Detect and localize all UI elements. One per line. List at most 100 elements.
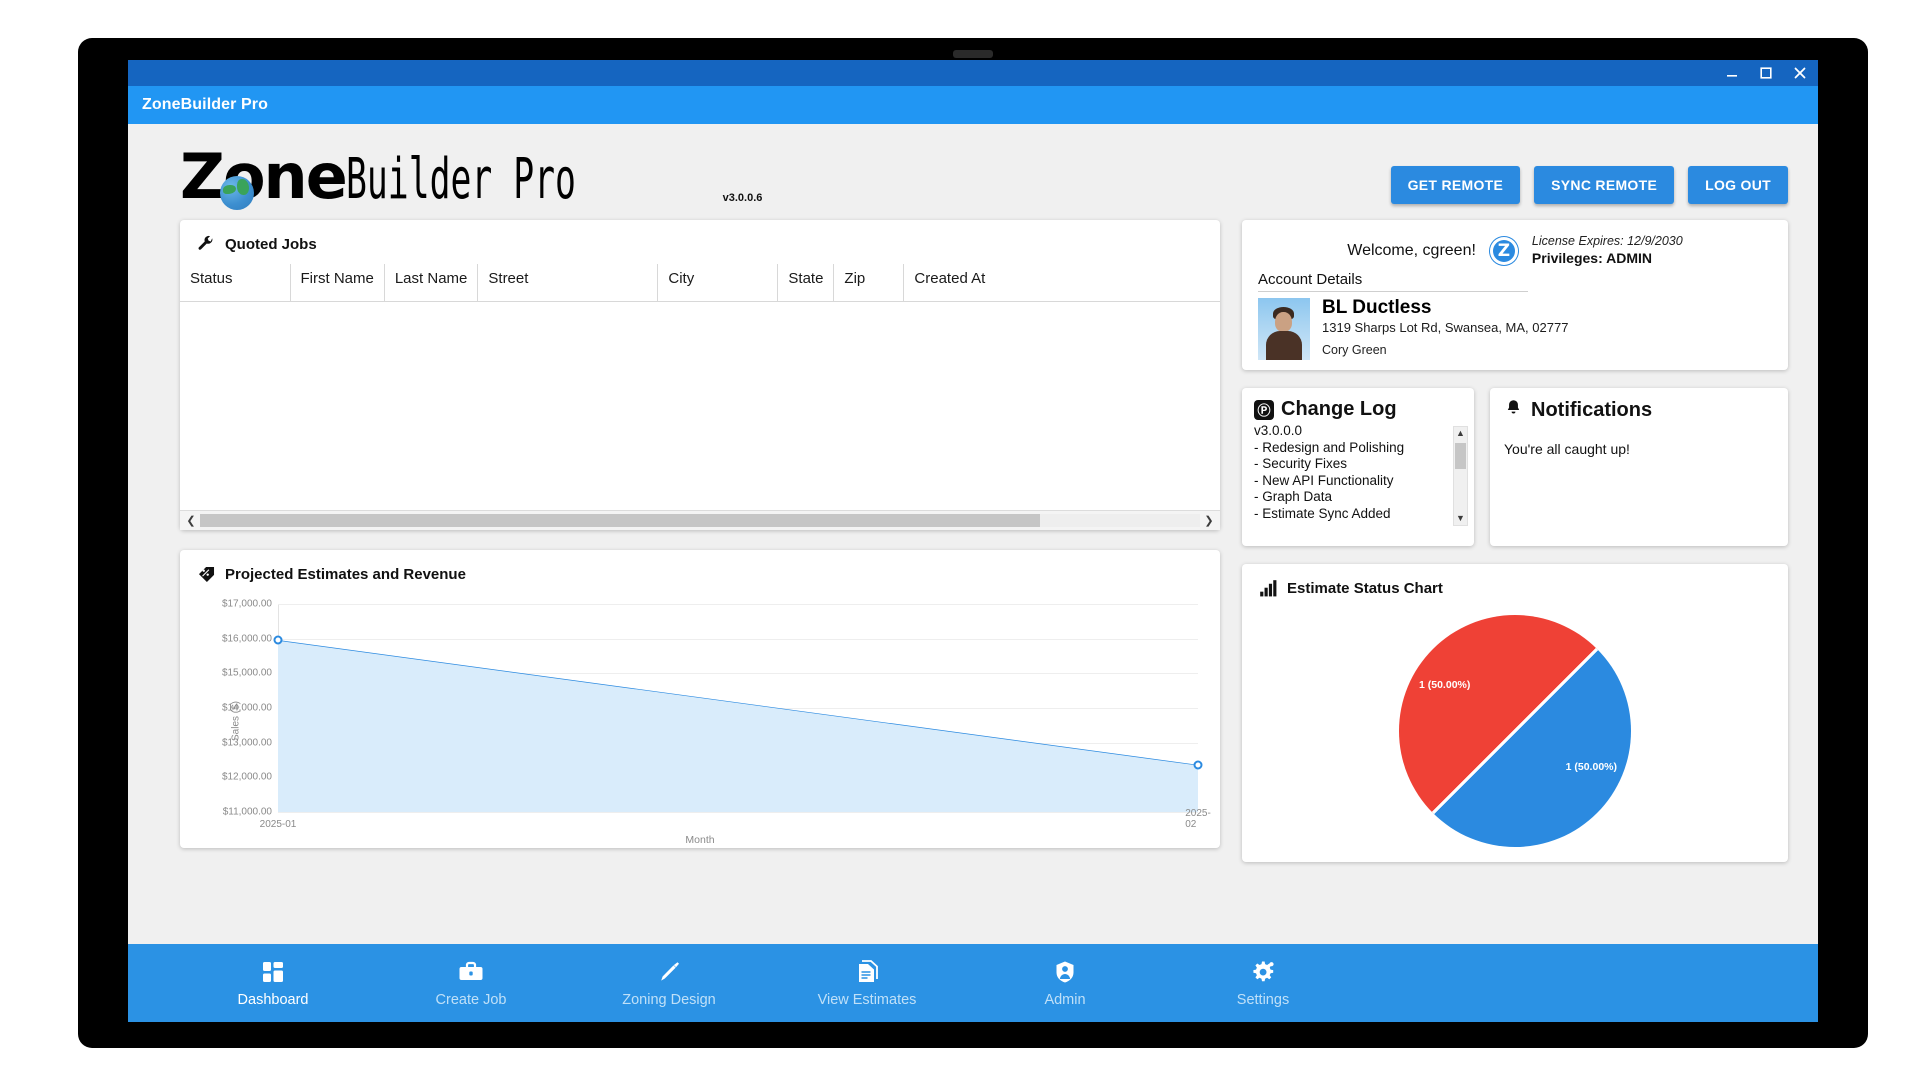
nav-label-view-estimates: View Estimates bbox=[817, 991, 917, 1008]
header-actions: GET REMOTE SYNC REMOTE LOG OUT bbox=[1390, 146, 1788, 204]
quoted-jobs-hscrollbar[interactable]: ❮ ❯ bbox=[180, 510, 1220, 530]
column-header-first-name[interactable]: First Name bbox=[290, 264, 385, 302]
nav-item-view-estimates[interactable]: View Estimates bbox=[768, 959, 966, 1008]
account-text: BL Ductless 1319 Sharps Lot Rd, Swansea,… bbox=[1322, 297, 1569, 360]
logo-word-zone: Zone bbox=[180, 140, 348, 213]
chevron-down-icon[interactable]: ▼ bbox=[1456, 512, 1465, 525]
nav-item-create-job[interactable]: Create Job bbox=[372, 959, 570, 1008]
chevron-up-icon[interactable]: ▲ bbox=[1456, 427, 1465, 440]
gridline bbox=[278, 812, 1198, 813]
column-header-street[interactable]: Street bbox=[477, 264, 659, 302]
notifications-card: Notifications You're all caught up! bbox=[1490, 388, 1788, 546]
y-axis-tick: $15,000.00 bbox=[221, 667, 272, 679]
get-remote-button[interactable]: GET REMOTE bbox=[1390, 166, 1521, 204]
line-series bbox=[278, 604, 1198, 812]
projected-estimates-card: Projected Estimates and Revenue Sales ($… bbox=[180, 550, 1220, 848]
dashboard-grid: Quoted Jobs Status First Name Last Name … bbox=[128, 212, 1818, 862]
sync-remote-button[interactable]: SYNC REMOTE bbox=[1534, 166, 1675, 204]
webcam-notch bbox=[953, 50, 993, 58]
list-item: - New API Functionality bbox=[1254, 472, 1394, 488]
notifications-body: You're all caught up! bbox=[1504, 441, 1630, 457]
list-item: - Graph Data bbox=[1254, 489, 1333, 505]
bell-icon bbox=[1504, 398, 1523, 423]
line-chart-plot: $17,000.00 $16,000.00 $15,000.00 $14,000.00… bbox=[222, 599, 1203, 818]
license-expires: License Expires: 12/9/2030 bbox=[1531, 234, 1683, 248]
pen-icon bbox=[657, 959, 681, 985]
document-icon bbox=[856, 959, 878, 985]
nav-label-admin: Admin bbox=[1044, 991, 1086, 1008]
hscroll-thumb[interactable] bbox=[200, 514, 1040, 527]
right-column: Welcome, cgreen! Z License Expires: 12/9… bbox=[1242, 220, 1788, 862]
bottom-navigation: Dashboard Create Job Zoning Design View … bbox=[128, 944, 1818, 1022]
divider bbox=[1258, 291, 1528, 293]
dashboard-icon bbox=[261, 959, 285, 985]
changelog-icon: Ⓟ bbox=[1254, 399, 1274, 420]
account-header: Welcome, cgreen! Z License Expires: 12/9… bbox=[1258, 230, 1772, 269]
change-log-title: Ⓟ Change Log bbox=[1254, 398, 1462, 421]
y-axis-tick: $14,000.00 bbox=[221, 702, 272, 714]
list-item: - Redesign and Polishing bbox=[1254, 439, 1405, 455]
account-body: BL Ductless 1319 Sharps Lot Rd, Swansea,… bbox=[1258, 297, 1772, 361]
nav-label-settings: Settings bbox=[1236, 991, 1290, 1008]
license-block: License Expires: 12/9/2030 Privileges: A… bbox=[1532, 234, 1683, 267]
app-version: v3.0.0.6 bbox=[722, 192, 763, 204]
data-point[interactable] bbox=[273, 635, 283, 645]
app-title: ZoneBuilder Pro bbox=[142, 96, 268, 113]
nav-item-admin[interactable]: Admin bbox=[966, 959, 1164, 1008]
welcome-message: Welcome, cgreen! bbox=[1347, 241, 1476, 259]
avatar bbox=[1258, 298, 1310, 361]
column-header-status[interactable]: Status bbox=[180, 264, 291, 302]
quoted-jobs-table: Status First Name Last Name Street City … bbox=[180, 264, 1220, 302]
y-axis-tick: $12,000.00 bbox=[221, 771, 272, 783]
pie-chart: 1 (50.00%) 1 (50.00%) bbox=[1242, 608, 1788, 854]
estimate-status-label: Estimate Status Chart bbox=[1287, 579, 1443, 597]
chevron-right-icon[interactable]: ❯ bbox=[1200, 512, 1218, 530]
column-header-created-at[interactable]: Created At bbox=[903, 264, 1220, 302]
column-header-state[interactable]: State bbox=[777, 264, 835, 302]
changelog-notifications-row: Ⓟ Change Log v3.0.0.0 - Redesign and Pol… bbox=[1242, 388, 1788, 546]
column-header-last-name[interactable]: Last Name bbox=[384, 264, 479, 302]
minimize-icon[interactable] bbox=[1724, 65, 1740, 81]
y-axis-tick: $11,000.00 bbox=[222, 806, 272, 818]
nav-item-zoning-design[interactable]: Zoning Design bbox=[570, 959, 768, 1008]
briefcase-icon bbox=[458, 959, 484, 985]
pie-slice-label-red: 1 (50.00%) bbox=[1419, 679, 1471, 691]
nav-label-dashboard: Dashboard bbox=[237, 991, 309, 1008]
quoted-jobs-table-wrap: Status First Name Last Name Street City … bbox=[180, 264, 1220, 510]
change-log-list: v3.0.0.0 - Redesign and Polishing - Secu… bbox=[1254, 423, 1462, 523]
quoted-jobs-title: Quoted Jobs bbox=[180, 220, 1220, 264]
hscroll-track[interactable] bbox=[200, 514, 1200, 527]
estimate-status-title: Estimate Status Chart bbox=[1242, 564, 1788, 608]
account-details-label: Account Details bbox=[1258, 271, 1363, 289]
pie-slice-label-blue: 1 (50.00%) bbox=[1565, 761, 1617, 773]
user-full-name: Cory Green bbox=[1322, 343, 1387, 358]
column-header-city[interactable]: City bbox=[657, 264, 779, 302]
app-logo: ZoneBuilder Pro v3.0.0.6 bbox=[180, 146, 763, 212]
price-tag-icon bbox=[196, 564, 216, 584]
y-axis-tick: $16,000.00 bbox=[221, 633, 272, 645]
shield-user-icon bbox=[1054, 959, 1076, 985]
changelog-version: v3.0.0.0 bbox=[1254, 423, 1303, 438]
nav-label-zoning-design: Zoning Design bbox=[622, 991, 716, 1008]
maximize-icon[interactable] bbox=[1758, 65, 1774, 81]
logo-wordmark: ZoneBuilder Pro bbox=[180, 146, 717, 212]
page-header: ZoneBuilder Pro v3.0.0.6 GET REMOTE SYNC… bbox=[128, 124, 1818, 212]
logo-word-builder: Builder Pro bbox=[345, 147, 576, 212]
zonebuilder-badge-icon: Z bbox=[1489, 236, 1518, 265]
nav-item-settings[interactable]: Settings bbox=[1164, 959, 1362, 1008]
chevron-left-icon[interactable]: ❮ bbox=[182, 512, 200, 530]
table-header-row: Status First Name Last Name Street City … bbox=[180, 264, 1220, 302]
line-chart: Sales ($) $17,000.00 $16,000.00 $15,000.00… bbox=[194, 596, 1211, 847]
changelog-scrollbar[interactable]: ▲ ▼ bbox=[1453, 426, 1468, 526]
list-item: - Estimate Sync Added bbox=[1254, 505, 1391, 521]
close-icon[interactable] bbox=[1792, 65, 1808, 81]
log-out-button[interactable]: LOG OUT bbox=[1688, 166, 1788, 204]
nav-item-dashboard[interactable]: Dashboard bbox=[174, 959, 372, 1008]
data-point[interactable] bbox=[1193, 760, 1203, 770]
change-log-label: Change Log bbox=[1281, 398, 1397, 420]
column-header-zip[interactable]: Zip bbox=[833, 264, 905, 302]
privileges: Privileges: ADMIN bbox=[1531, 249, 1652, 266]
x-axis-tick: 2025-02 bbox=[1185, 808, 1211, 830]
company-address: 1319 Sharps Lot Rd, Swansea, MA, 02777 bbox=[1322, 320, 1569, 336]
scroll-thumb[interactable] bbox=[1455, 443, 1466, 469]
